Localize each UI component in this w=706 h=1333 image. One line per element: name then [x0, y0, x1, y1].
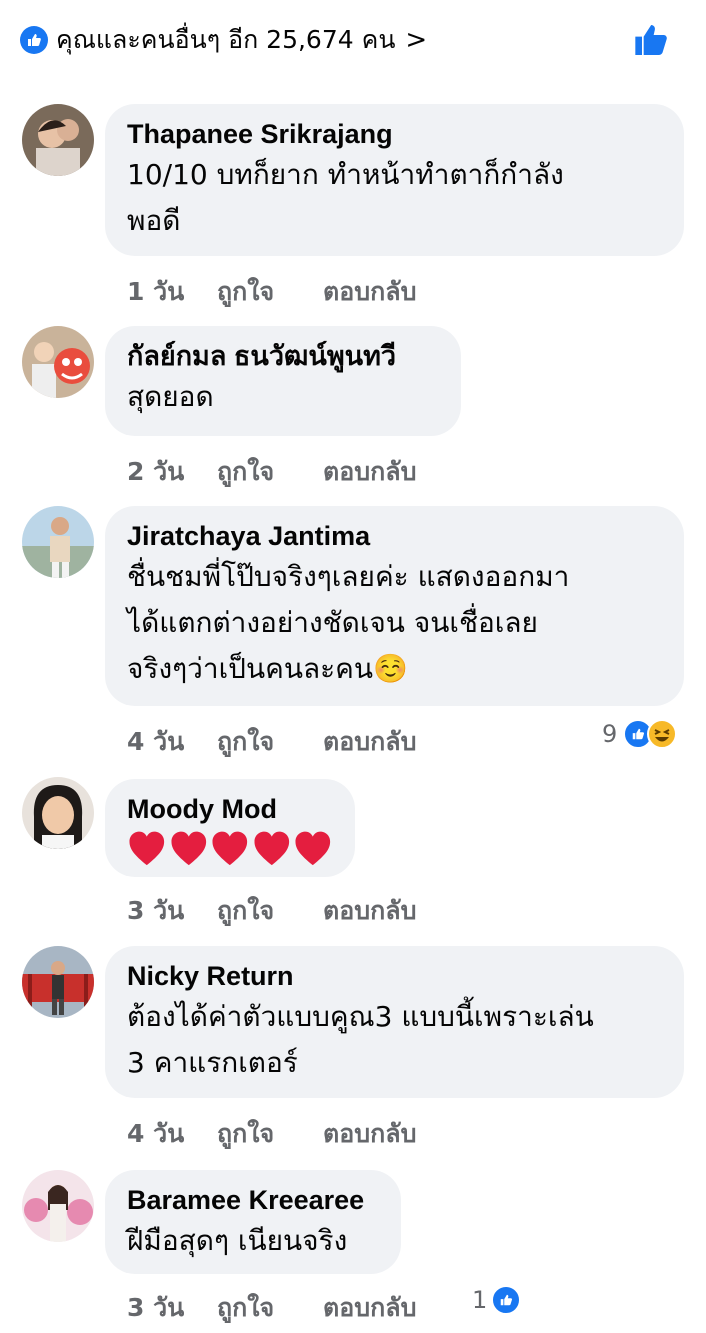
- heart-emoji-row: [127, 829, 333, 869]
- like-button[interactable]: ถูกใจ: [217, 452, 323, 492]
- comment-text-line: ต้องได้ค่าตัวแบบคูณ3 แบบนี้เพราะเล่น: [127, 1000, 594, 1033]
- reply-button[interactable]: ตอบกลับ: [323, 1288, 416, 1328]
- comment-text-line: ชื่นชมพี่โป๊บจริงๆเลยค่ะ แสดงออกมา: [127, 560, 570, 593]
- like-button[interactable]: ถูกใจ: [217, 272, 323, 312]
- comment-bubble: Moody Mod: [105, 779, 355, 877]
- comment-bubble: Baramee Kreearee ฝีมือสุดๆ เนียนจริง: [105, 1170, 401, 1274]
- comment-author[interactable]: Nicky Return: [127, 960, 662, 992]
- avatar[interactable]: [22, 506, 94, 578]
- reply-button[interactable]: ตอบกลับ: [323, 272, 416, 312]
- comment-text-line: ได้แตกต่างอย่างชัดเจน จนเชื่อเลย: [127, 606, 538, 639]
- like-button[interactable]: ถูกใจ: [217, 891, 323, 931]
- comment-time[interactable]: 3 วัน: [127, 1288, 217, 1328]
- like-button[interactable]: ถูกใจ: [217, 1288, 323, 1328]
- comment-text: ต้องได้ค่าตัวแบบคูณ3 แบบนี้เพราะเล่น 3 ค…: [127, 994, 662, 1086]
- heart-icon: [212, 831, 248, 866]
- reply-button[interactable]: ตอบกลับ: [323, 1114, 416, 1154]
- comment-time[interactable]: 2 วัน: [127, 452, 217, 492]
- reply-button[interactable]: ตอบกลับ: [323, 891, 416, 931]
- comment-time[interactable]: 4 วัน: [127, 722, 217, 762]
- comment-text: ฝีมือสุดๆ เนียนจริง: [127, 1218, 379, 1264]
- avatar[interactable]: [22, 326, 94, 398]
- comment-text-line: จริงๆว่าเป็นคนละคน☺️: [127, 652, 408, 685]
- comment-text-line: ฝีมือสุดๆ เนียนจริง: [127, 1224, 348, 1257]
- comment-author[interactable]: Baramee Kreearee: [127, 1184, 379, 1216]
- comment-author[interactable]: Jiratchaya Jantima: [127, 520, 662, 552]
- comment-text: 10/10 บทก็ยาก ทำหน้าทำตาก็กำลัง พอดี: [127, 152, 662, 244]
- comment-bubble: Jiratchaya Jantima ชื่นชมพี่โป๊บจริงๆเลย…: [105, 506, 684, 706]
- avatar[interactable]: [22, 104, 94, 176]
- comment-bubble: กัลย์กมล ธนวัฒน์พูนทวี สุดยอด: [105, 326, 461, 436]
- heart-icon: [129, 831, 165, 866]
- comment-text: ชื่นชมพี่โป๊บจริงๆเลยค่ะ แสดงออกมา ได้แต…: [127, 554, 662, 692]
- comment-actions: 2 วัน ถูกใจ ตอบกลับ: [127, 452, 416, 492]
- reactions-bar: คุณและคนอื่นๆ อีก 25,674 คน >: [0, 0, 706, 80]
- reply-button[interactable]: ตอบกลับ: [323, 722, 416, 762]
- haha-icon: [647, 719, 678, 749]
- like-icon: [491, 1285, 522, 1315]
- comment-bubble: Nicky Return ต้องได้ค่าตัวแบบคูณ3 แบบนี้…: [105, 946, 684, 1098]
- comment-text-line: สุดยอด: [127, 380, 214, 413]
- comment-text-line: พอดี: [127, 204, 181, 237]
- comment-time[interactable]: 4 วัน: [127, 1114, 217, 1154]
- reaction-count: 1: [472, 1286, 488, 1314]
- reply-button[interactable]: ตอบกลับ: [323, 452, 416, 492]
- comment-reactions[interactable]: 1: [472, 1285, 522, 1315]
- comment-actions: 3 วัน ถูกใจ ตอบกลับ: [127, 1288, 416, 1328]
- comment-author[interactable]: Moody Mod: [127, 793, 333, 825]
- comment-author[interactable]: Thapanee Srikrajang: [127, 118, 662, 150]
- comment-reactions[interactable]: 9: [602, 719, 678, 749]
- comment-text-line: 10/10 บทก็ยาก ทำหน้าทำตาก็กำลัง: [127, 158, 564, 191]
- comment-time[interactable]: 1 วัน: [127, 272, 217, 312]
- comment-text: สุดยอด: [127, 374, 439, 420]
- comment-author[interactable]: กัลย์กมล ธนวัฒน์พูนทวี: [127, 340, 439, 372]
- comment-actions: 4 วัน ถูกใจ ตอบกลับ: [127, 1114, 416, 1154]
- like-button[interactable]: ถูกใจ: [217, 722, 323, 762]
- heart-icon: [254, 831, 289, 866]
- heart-icon: [171, 831, 206, 866]
- comment-time[interactable]: 3 วัน: [127, 891, 217, 931]
- comment-actions: 3 วัน ถูกใจ ตอบกลับ: [127, 891, 416, 931]
- reaction-count: 9: [602, 720, 618, 748]
- chevron-right-icon: >: [405, 25, 428, 55]
- comment-actions: 4 วัน ถูกใจ ตอบกลับ: [127, 722, 416, 762]
- like-button-icon[interactable]: [632, 20, 672, 60]
- reactions-summary-text: คุณและคนอื่นๆ อีก 25,674 คน: [56, 25, 396, 54]
- avatar[interactable]: [22, 1170, 94, 1242]
- avatar[interactable]: [22, 946, 94, 1018]
- reactions-summary[interactable]: คุณและคนอื่นๆ อีก 25,674 คน >: [20, 22, 427, 58]
- like-button[interactable]: ถูกใจ: [217, 1114, 323, 1154]
- avatar[interactable]: [22, 777, 94, 849]
- like-reaction-icon: [20, 26, 48, 54]
- heart-icon: [295, 831, 331, 866]
- comment-text-line: 3 คาแรกเตอร์: [127, 1046, 298, 1079]
- comment-bubble: Thapanee Srikrajang 10/10 บทก็ยาก ทำหน้า…: [105, 104, 684, 256]
- comment-actions: 1 วัน ถูกใจ ตอบกลับ: [127, 272, 416, 312]
